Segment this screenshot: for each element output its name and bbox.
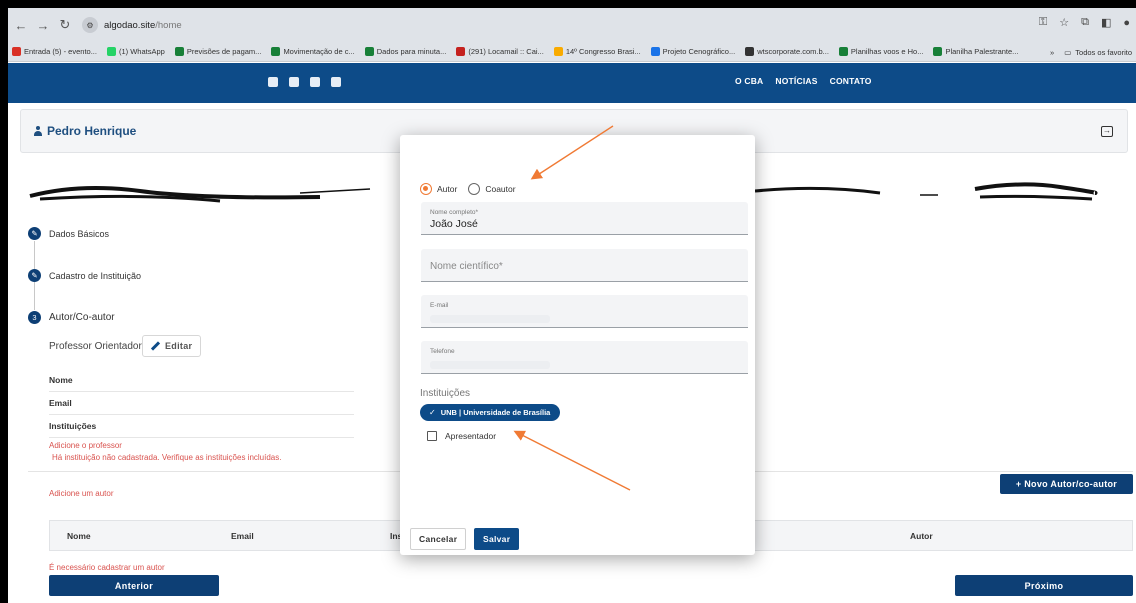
bookmark-icon <box>174 47 184 56</box>
professor-row-instituicoes: Instituições <box>49 416 354 438</box>
instagram-icon[interactable] <box>289 77 299 87</box>
forward-icon[interactable]: → <box>34 18 52 33</box>
author-modal: Autor Coautor Nome completo* João José N… <box>400 135 755 555</box>
new-author-button[interactable]: + Novo Autor/co-autor <box>1000 474 1133 494</box>
bookmarks-bar: Entrada (5) - evento... (1) WhatsApp Previ… <box>8 42 1136 62</box>
site-header: O CBA NOTÍCIAS CONTATO <box>8 63 1136 103</box>
step-done-icon: ✎ <box>28 269 41 282</box>
instituicoes-title: Instituições <box>420 388 471 399</box>
bookmark-icon <box>933 47 943 56</box>
warn-add-professor: Adicione o professor <box>49 441 122 450</box>
bookmark-item[interactable]: Entrada (5) - evento... <box>12 47 97 56</box>
radio-coautor-label[interactable]: Coautor <box>485 184 515 194</box>
bookmark-icon <box>271 47 281 56</box>
star-icon[interactable]: ☆ <box>1059 16 1069 29</box>
bookmark-icon <box>106 47 116 56</box>
step-dados-basicos[interactable]: ✎ Dados Básicos <box>28 227 109 240</box>
step-number: 3 <box>28 311 41 324</box>
next-button[interactable]: Próximo <box>955 575 1133 596</box>
logout-icon[interactable]: → <box>1101 126 1113 137</box>
nome-completo-value: João José <box>430 218 478 230</box>
bookmark-item[interactable]: Dados para minuta... <box>364 47 446 56</box>
folder-icon: ▭ <box>1064 47 1072 57</box>
bookmark-icon <box>745 47 755 56</box>
user-name: Pedro Henrique <box>47 124 137 138</box>
radio-autor-label[interactable]: Autor <box>437 184 457 194</box>
user-icon <box>33 126 43 136</box>
linkedin-icon[interactable] <box>310 77 320 87</box>
bookmark-item[interactable]: Planilha Palestrante... <box>933 47 1018 56</box>
address-bar: ← → ↻ ⚙ algodao.site/home ⚿ ☆ ⧉ ◧ ● <box>8 8 1136 42</box>
redacted-value <box>430 315 550 323</box>
key-icon[interactable]: ⚿ <box>1039 16 1047 29</box>
previous-button[interactable]: Anterior <box>49 575 219 596</box>
save-button[interactable]: Salvar <box>474 528 520 550</box>
cancel-button[interactable]: Cancelar <box>410 528 467 550</box>
step-done-icon: ✎ <box>28 227 41 240</box>
pencil-icon <box>151 342 160 351</box>
profile-icon[interactable]: ● <box>1123 17 1130 29</box>
checkbox-icon[interactable] <box>427 431 437 441</box>
redacted-value <box>430 361 550 369</box>
bookmark-item[interactable]: (291) Locamail :: Cai... <box>456 47 544 56</box>
email-field[interactable]: E-mail <box>421 295 748 328</box>
check-icon: ✓ <box>429 408 436 417</box>
nome-cientifico-field[interactable]: Nome científico* <box>421 249 748 282</box>
site-info-icon[interactable]: ⚙ <box>82 17 98 33</box>
apresentador-checkbox[interactable]: Apresentador <box>427 431 496 441</box>
browser-actions: ⚿ ☆ ⧉ ◧ ● <box>1039 16 1130 29</box>
col-autor: Autor <box>910 531 933 541</box>
add-author-label: Adicione um autor <box>49 489 114 498</box>
reload-icon[interactable]: ↻ <box>56 17 74 33</box>
bookmark-item[interactable]: Previsões de pagam... <box>174 47 261 56</box>
radio-autor[interactable] <box>420 183 432 195</box>
col-nome: Nome <box>67 531 91 541</box>
stepper-line <box>34 282 35 310</box>
author-type-radios: Autor Coautor <box>420 183 522 195</box>
url-field[interactable]: ⚙ algodao.site/home <box>82 15 182 35</box>
nav-o-cba[interactable]: O CBA <box>735 76 763 86</box>
sidebar-icon[interactable]: ◧ <box>1101 16 1111 29</box>
telefone-field[interactable]: Telefone <box>421 341 748 374</box>
url-path: /home <box>155 19 182 31</box>
browser-window: ← → ↻ ⚙ algodao.site/home ⚿ ☆ ⧉ ◧ ● Entr… <box>8 8 1136 603</box>
facebook-icon[interactable] <box>268 77 278 87</box>
bookmark-item[interactable]: Projeto Cenográfico... <box>650 47 735 56</box>
back-icon[interactable]: ← <box>12 18 30 33</box>
bookmark-icon <box>456 47 466 56</box>
youtube-icon[interactable] <box>331 77 341 87</box>
bookmark-item[interactable]: (1) WhatsApp <box>106 47 165 56</box>
bookmark-icon <box>650 47 660 56</box>
social-links <box>268 77 341 87</box>
bookmark-icon <box>12 47 21 56</box>
edit-professor-button[interactable]: Editar <box>142 335 202 357</box>
stepper-line <box>34 241 35 269</box>
bookmark-icon <box>553 47 563 56</box>
warn-author-required: É necessário cadastrar um autor <box>49 563 165 572</box>
bookmark-item[interactable]: wtscorporate.com.b... <box>745 47 829 56</box>
bookmark-icon <box>364 47 374 56</box>
professor-label: Professor Orientador <box>49 341 142 352</box>
nome-cientifico-placeholder: Nome científico* <box>430 261 503 272</box>
bookmarks-overflow[interactable]: » ▭ Todos os favorito <box>1044 42 1132 61</box>
step-cadastro-instituicao[interactable]: ✎ Cadastro de Instituição <box>28 269 141 282</box>
professor-row-nome: Nome <box>49 370 354 392</box>
top-nav: O CBA NOTÍCIAS CONTATO <box>735 76 872 86</box>
professor-row-email: Email <box>49 393 354 415</box>
url-domain: algodao.site <box>104 19 156 31</box>
bookmark-icon <box>838 47 848 56</box>
bookmark-item[interactable]: Planilhas voos e Ho... <box>838 47 923 56</box>
instituicao-chip[interactable]: ✓ UNB | Universidade de Brasília <box>420 404 561 421</box>
nome-completo-field[interactable]: Nome completo* João José <box>421 202 748 235</box>
nav-noticias[interactable]: NOTÍCIAS <box>775 76 817 86</box>
radio-coautor[interactable] <box>468 183 481 195</box>
bookmark-item[interactable]: Movimentação de c... <box>271 47 355 56</box>
step-autor-coautor[interactable]: 3 Autor/Co-autor <box>28 311 115 324</box>
col-email: Email <box>231 531 254 541</box>
extensions-icon[interactable]: ⧉ <box>1081 16 1089 29</box>
bookmark-item[interactable]: 14º Congresso Brasi... <box>553 47 641 56</box>
nav-contato[interactable]: CONTATO <box>830 76 872 86</box>
warn-instituicao: Há instituição não cadastrada. Verifique… <box>52 453 282 462</box>
